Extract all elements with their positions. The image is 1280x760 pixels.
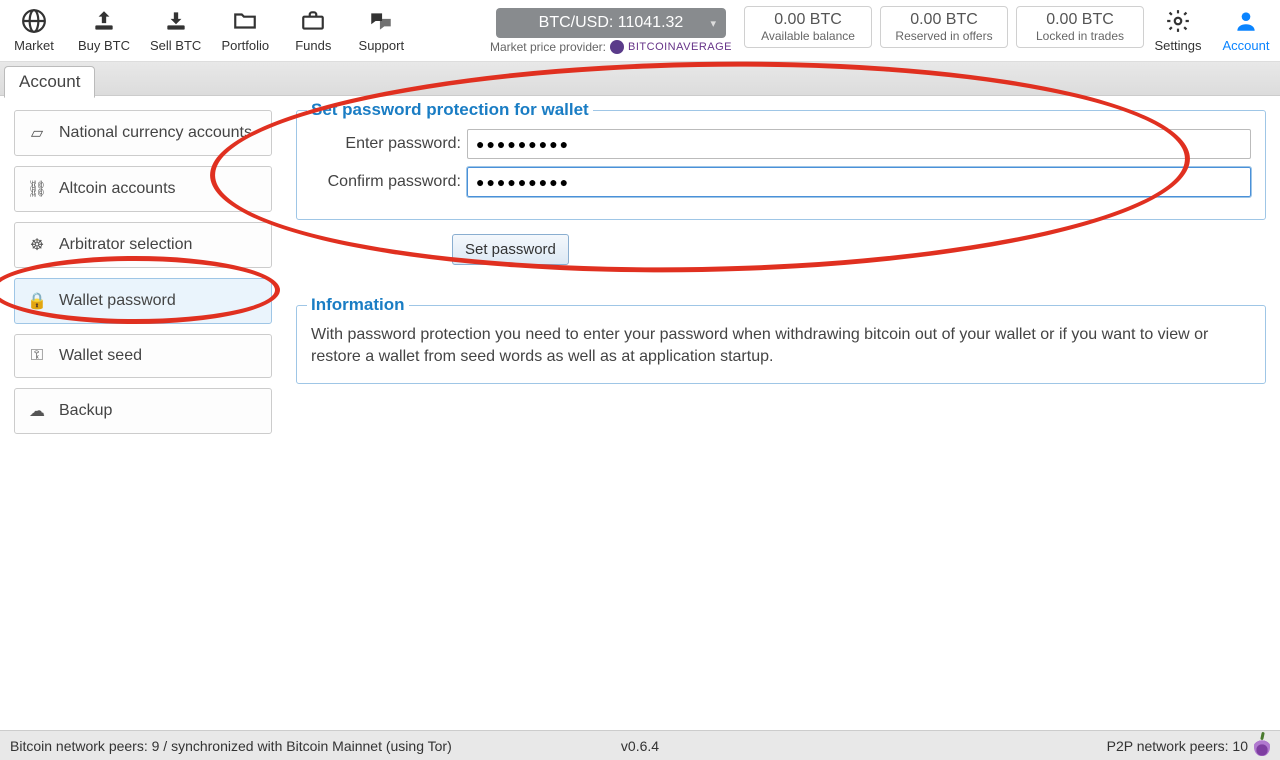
nav-buy-btc[interactable]: Buy BTC: [78, 6, 130, 53]
information-panel: Information With password protection you…: [296, 305, 1266, 384]
cloud-icon: ☁: [27, 401, 47, 421]
user-icon: ☸: [27, 235, 47, 255]
nav-support[interactable]: Support: [357, 6, 405, 53]
chat-icon: [368, 6, 394, 36]
sidebar: ▱ National currency accounts ⛓ Altcoin a…: [14, 110, 272, 444]
briefcase-icon: [300, 6, 326, 36]
sidebar-item-wallet-password[interactable]: 🔒 Wallet password: [14, 278, 272, 324]
key-icon: ⚿: [27, 347, 47, 365]
enter-password-input[interactable]: [467, 129, 1251, 159]
balance-available-amount: 0.00 BTC: [774, 11, 842, 29]
sidebar-item-label: Arbitrator selection: [59, 236, 192, 254]
nav-market-label: Market: [14, 38, 54, 53]
sidebar-item-national-currency[interactable]: ▱ National currency accounts: [14, 110, 272, 156]
globe-icon: [21, 6, 47, 36]
password-panel: Set password protection for wallet Enter…: [296, 110, 1266, 220]
sidebar-item-label: Wallet password: [59, 292, 176, 310]
top-toolbar: Market Buy BTC Sell BTC Portfolio Funds …: [0, 0, 1280, 62]
buy-icon: [91, 6, 117, 36]
provider-name: BitcoinAverage: [628, 41, 732, 53]
nav-account-label: Account: [1223, 38, 1270, 53]
person-icon: [1233, 6, 1259, 36]
password-panel-title: Set password protection for wallet: [307, 100, 593, 120]
balance-reserved: 0.00 BTC Reserved in offers: [880, 6, 1008, 48]
nav-portfolio[interactable]: Portfolio: [221, 6, 269, 53]
nav-portfolio-label: Portfolio: [221, 38, 269, 53]
balance-reserved-amount: 0.00 BTC: [910, 11, 978, 29]
tab-bar: Account: [0, 62, 1280, 96]
sidebar-item-label: Wallet seed: [59, 347, 142, 365]
lock-icon: 🔒: [27, 291, 47, 311]
nav-sell-btc[interactable]: Sell BTC: [150, 6, 201, 53]
status-left: Bitcoin network peers: 9 / synchronized …: [10, 738, 452, 754]
nav-funds[interactable]: Funds: [289, 6, 337, 53]
chevron-down-icon: ▾: [710, 17, 716, 30]
provider-logo-icon: [610, 40, 624, 54]
gear-icon: [1165, 6, 1191, 36]
sidebar-item-label: National currency accounts: [59, 124, 252, 142]
provider-prefix: Market price provider:: [490, 40, 606, 54]
sidebar-item-label: Altcoin accounts: [59, 180, 176, 198]
price-label: BTC/USD: 11041.32: [539, 14, 684, 32]
status-right: P2P network peers: 10: [1107, 738, 1248, 754]
sidebar-item-altcoin[interactable]: ⛓ Altcoin accounts: [14, 166, 272, 212]
balance-locked: 0.00 BTC Locked in trades: [1016, 6, 1144, 48]
confirm-password-label: Confirm password:: [311, 173, 461, 191]
confirm-password-input[interactable]: [467, 167, 1251, 197]
banknote-icon: ▱: [27, 123, 47, 143]
sidebar-item-backup[interactable]: ☁ Backup: [14, 388, 272, 434]
nav-buy-label: Buy BTC: [78, 38, 130, 53]
nav-market[interactable]: Market: [10, 6, 58, 53]
sidebar-item-wallet-seed[interactable]: ⚿ Wallet seed: [14, 334, 272, 378]
set-password-button[interactable]: Set password: [452, 234, 569, 265]
content-area: ▱ National currency accounts ⛓ Altcoin a…: [0, 96, 1280, 458]
link-icon: ⛓: [27, 179, 47, 199]
balance-locked-desc: Locked in trades: [1036, 29, 1124, 43]
nav-settings[interactable]: Settings: [1154, 6, 1202, 53]
main-panel: Set password protection for wallet Enter…: [296, 110, 1266, 444]
enter-password-label: Enter password:: [311, 135, 461, 153]
balance-locked-amount: 0.00 BTC: [1046, 11, 1114, 29]
nav-support-label: Support: [359, 38, 405, 53]
nav-account[interactable]: Account: [1222, 6, 1270, 53]
nav-funds-label: Funds: [295, 38, 331, 53]
nav-sell-label: Sell BTC: [150, 38, 201, 53]
nav-settings-label: Settings: [1155, 38, 1202, 53]
information-body: With password protection you need to ent…: [311, 324, 1251, 369]
information-title: Information: [307, 295, 409, 315]
sidebar-item-arbitrator[interactable]: ☸ Arbitrator selection: [14, 222, 272, 268]
tab-account[interactable]: Account: [4, 66, 95, 98]
balance-available-desc: Available balance: [761, 29, 855, 43]
sell-icon: [163, 6, 189, 36]
price-dropdown[interactable]: BTC/USD: 11041.32 ▾: [496, 8, 726, 38]
tab-account-label: Account: [19, 72, 80, 91]
price-indicator: BTC/USD: 11041.32 ▾ Market price provide…: [490, 6, 732, 54]
sidebar-item-label: Backup: [59, 402, 112, 420]
status-bar: Bitcoin network peers: 9 / synchronized …: [0, 730, 1280, 760]
balance-available: 0.00 BTC Available balance: [744, 6, 872, 48]
folder-icon: [232, 6, 258, 36]
tor-onion-icon: [1254, 736, 1270, 756]
set-password-button-label: Set password: [465, 241, 556, 258]
balance-reserved-desc: Reserved in offers: [895, 29, 992, 43]
status-version: v0.6.4: [621, 738, 659, 754]
